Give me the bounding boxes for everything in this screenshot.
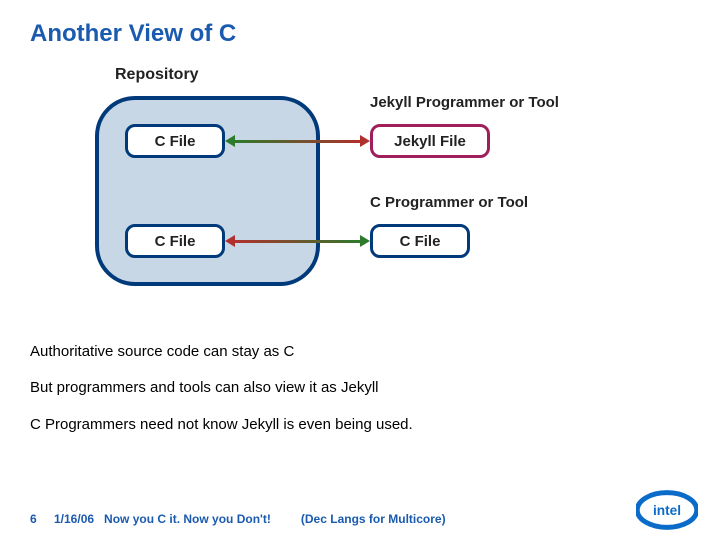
arrow-bottom	[235, 240, 360, 243]
slide: Another View of C Repository C File C Fi…	[0, 0, 720, 540]
footer-desc: (Dec Langs for Multicore)	[301, 512, 446, 526]
jekyll-programmer-label: Jekyll Programmer or Tool	[370, 94, 559, 111]
body-line-3: C Programmers need not know Jekyll is ev…	[30, 415, 690, 435]
c-file-box-top-left: C File	[125, 124, 225, 158]
c-file-box-right: C File	[370, 224, 470, 258]
svg-text:intel: intel	[653, 503, 681, 518]
intel-logo-icon: intel	[636, 490, 698, 530]
page-number: 6	[30, 512, 54, 526]
arrowhead-left-icon	[225, 135, 235, 147]
body-text: Authoritative source code can stay as C …	[30, 342, 690, 435]
c-file-box-bottom-left: C File	[125, 224, 225, 258]
arrowhead-right-icon	[360, 235, 370, 247]
footer-date: 1/16/06	[54, 512, 94, 526]
body-line-2: But programmers and tools can also view …	[30, 378, 690, 398]
footer-tagline: Now you C it. Now you Don't!	[104, 512, 271, 526]
arrow-line	[235, 240, 360, 243]
arrow-top	[235, 140, 360, 143]
arrowhead-left-icon	[225, 235, 235, 247]
slide-title: Another View of C	[30, 20, 690, 48]
arrowhead-right-icon	[360, 135, 370, 147]
footer: 6 1/16/06 Now you C it. Now you Don't! (…	[0, 512, 720, 526]
jekyll-file-box: Jekyll File	[370, 124, 490, 158]
c-programmer-label: C Programmer or Tool	[370, 194, 528, 211]
arrow-line	[235, 140, 360, 143]
repository-heading: Repository	[115, 66, 690, 84]
body-line-1: Authoritative source code can stay as C	[30, 342, 690, 362]
diagram: C File C File Jekyll Programmer or Tool …	[30, 90, 690, 320]
